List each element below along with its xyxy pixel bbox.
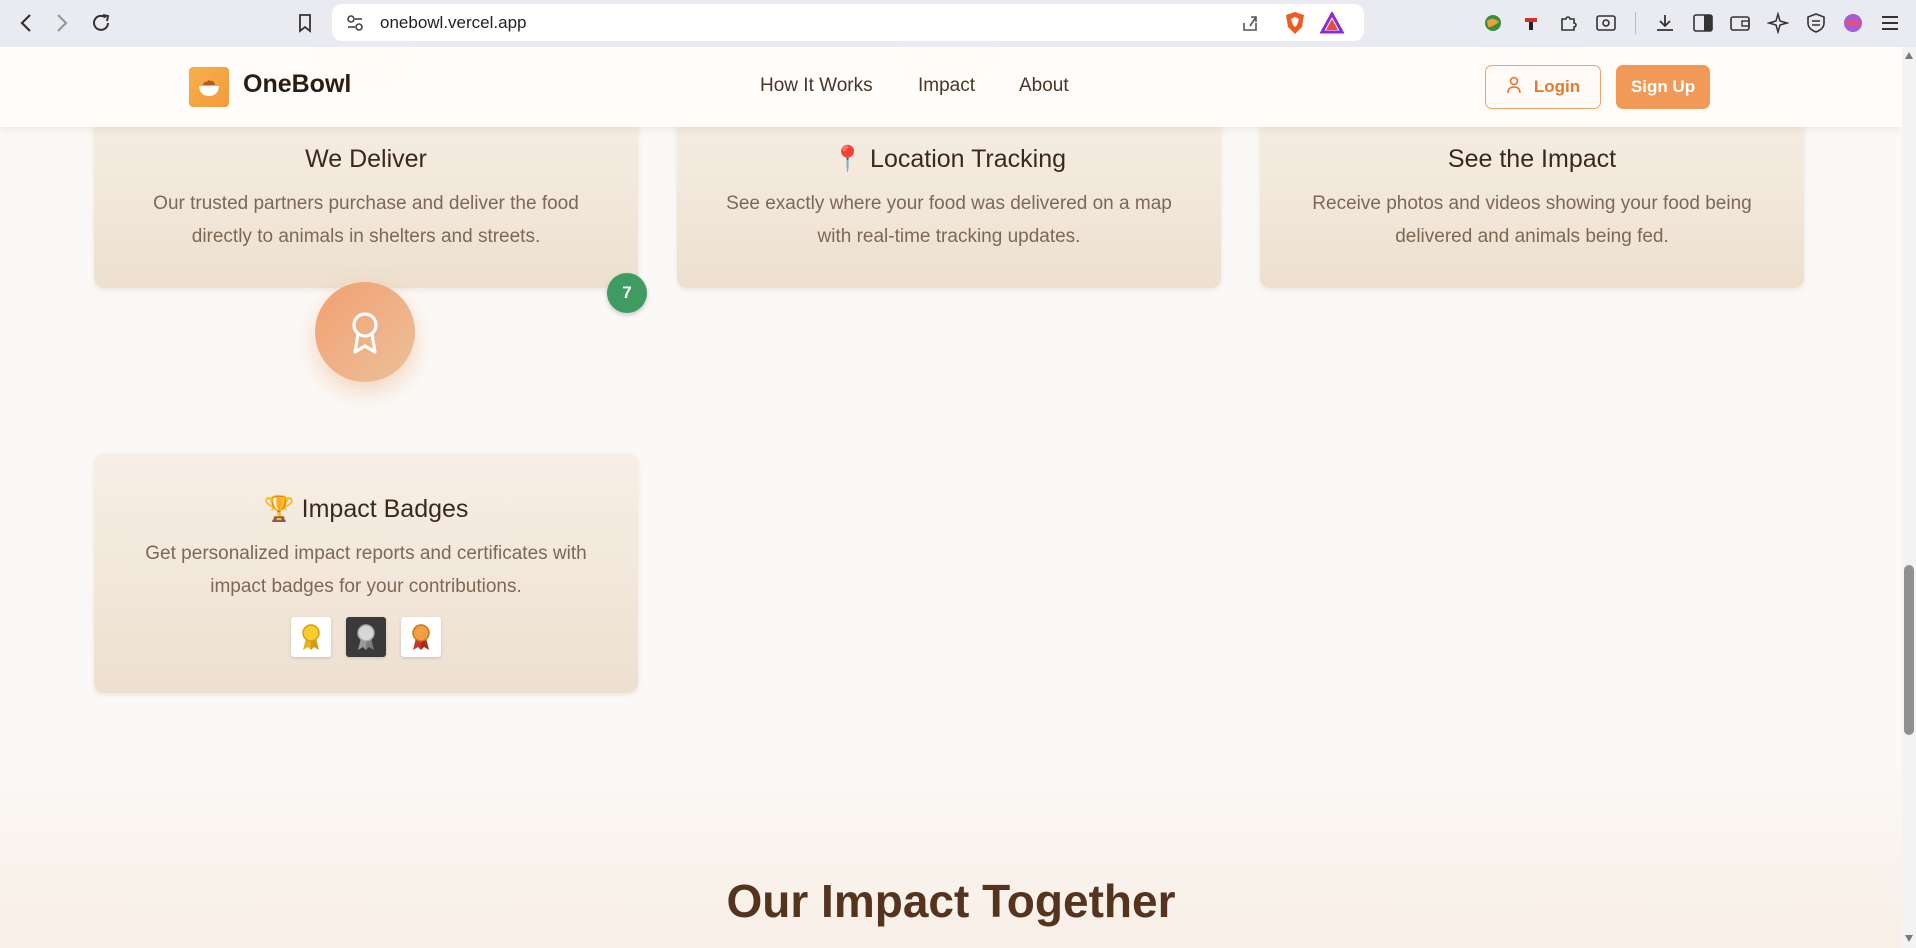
sidebar-icon[interactable]	[1690, 10, 1716, 36]
card-desc-line: See exactly where your food was delivere…	[726, 193, 1172, 214]
scroll-thumb[interactable]	[1904, 565, 1914, 735]
brave-rewards-icon[interactable]	[1319, 10, 1345, 38]
award-icon	[315, 282, 415, 382]
card-desc-line: Get personalized impact reports and cert…	[145, 543, 587, 564]
reload-icon[interactable]	[86, 8, 116, 38]
silver-medal-icon	[346, 617, 386, 657]
card-desc-line: directly to animals in shelters and stre…	[191, 226, 541, 247]
page-scrollbar[interactable]	[1902, 47, 1916, 948]
toolbar-divider	[1622, 10, 1648, 36]
nav-impact[interactable]: Impact	[918, 75, 975, 97]
card-title: 🏆 Impact Badges	[263, 495, 469, 523]
feature-card-impact-badges: 🏆 Impact Badges Get personalized impact …	[94, 453, 638, 693]
download-icon[interactable]	[1652, 10, 1678, 36]
signup-button[interactable]: Sign Up	[1616, 65, 1710, 109]
menu-icon[interactable]	[1877, 10, 1903, 36]
extension-red-icon[interactable]	[1518, 10, 1544, 36]
scroll-up-arrow-icon[interactable]	[1905, 52, 1913, 59]
address-bar[interactable]: onebowl.vercel.app	[332, 4, 1364, 41]
card-title: We Deliver	[305, 145, 427, 173]
impact-section-title: Our Impact Together	[726, 875, 1176, 927]
card-desc-line: impact badges for your contributions.	[210, 576, 522, 597]
back-icon[interactable]	[11, 8, 41, 38]
card-desc-line: Receive photos and videos showing your f…	[1312, 193, 1752, 214]
bookmark-icon[interactable]	[290, 8, 320, 38]
site-header: OneBowl How It Works Impact About Login …	[0, 47, 1902, 127]
login-button[interactable]: Login	[1485, 65, 1601, 109]
card-title: 📍 Location Tracking	[831, 145, 1067, 173]
extensions-puzzle-icon[interactable]	[1556, 10, 1582, 36]
vpn-shield-icon[interactable]	[1803, 10, 1829, 36]
screenshot-icon[interactable]	[1593, 10, 1619, 36]
wallet-icon[interactable]	[1727, 10, 1753, 36]
medal-row	[94, 617, 638, 657]
card-title: See the Impact	[1447, 145, 1617, 173]
brave-shield-icon[interactable]	[1284, 11, 1306, 39]
brand-name[interactable]: OneBowl	[243, 70, 351, 99]
browser-toolbar: onebowl.vercel.app	[0, 0, 1916, 47]
gold-medal-icon	[290, 617, 331, 657]
profile-avatar-icon[interactable]	[1840, 10, 1866, 36]
logo-bowl-icon[interactable]	[189, 67, 229, 107]
url-text: onebowl.vercel.app	[380, 12, 527, 32]
bronze-medal-icon	[401, 617, 442, 657]
page-viewport: OneBowl How It Works Impact About Login …	[0, 47, 1902, 948]
card-desc-line: with real-time tracking updates.	[817, 226, 1081, 247]
nav-about[interactable]: About	[1019, 75, 1069, 97]
user-icon	[1506, 76, 1522, 99]
leo-ai-icon[interactable]	[1765, 10, 1791, 36]
card-desc-line: Our trusted partners purchase and delive…	[153, 193, 579, 214]
site-settings-icon[interactable]	[346, 14, 364, 36]
scroll-down-arrow-icon[interactable]	[1905, 935, 1913, 942]
step-number-badge: 7	[607, 273, 647, 313]
extension-globe-icon[interactable]	[1480, 10, 1506, 36]
share-icon[interactable]	[1240, 13, 1260, 37]
login-label: Login	[1533, 77, 1581, 96]
card-desc-line: delivered and animals being fed.	[1395, 226, 1669, 247]
forward-icon[interactable]	[47, 8, 77, 38]
nav-how-it-works[interactable]: How It Works	[760, 75, 873, 97]
